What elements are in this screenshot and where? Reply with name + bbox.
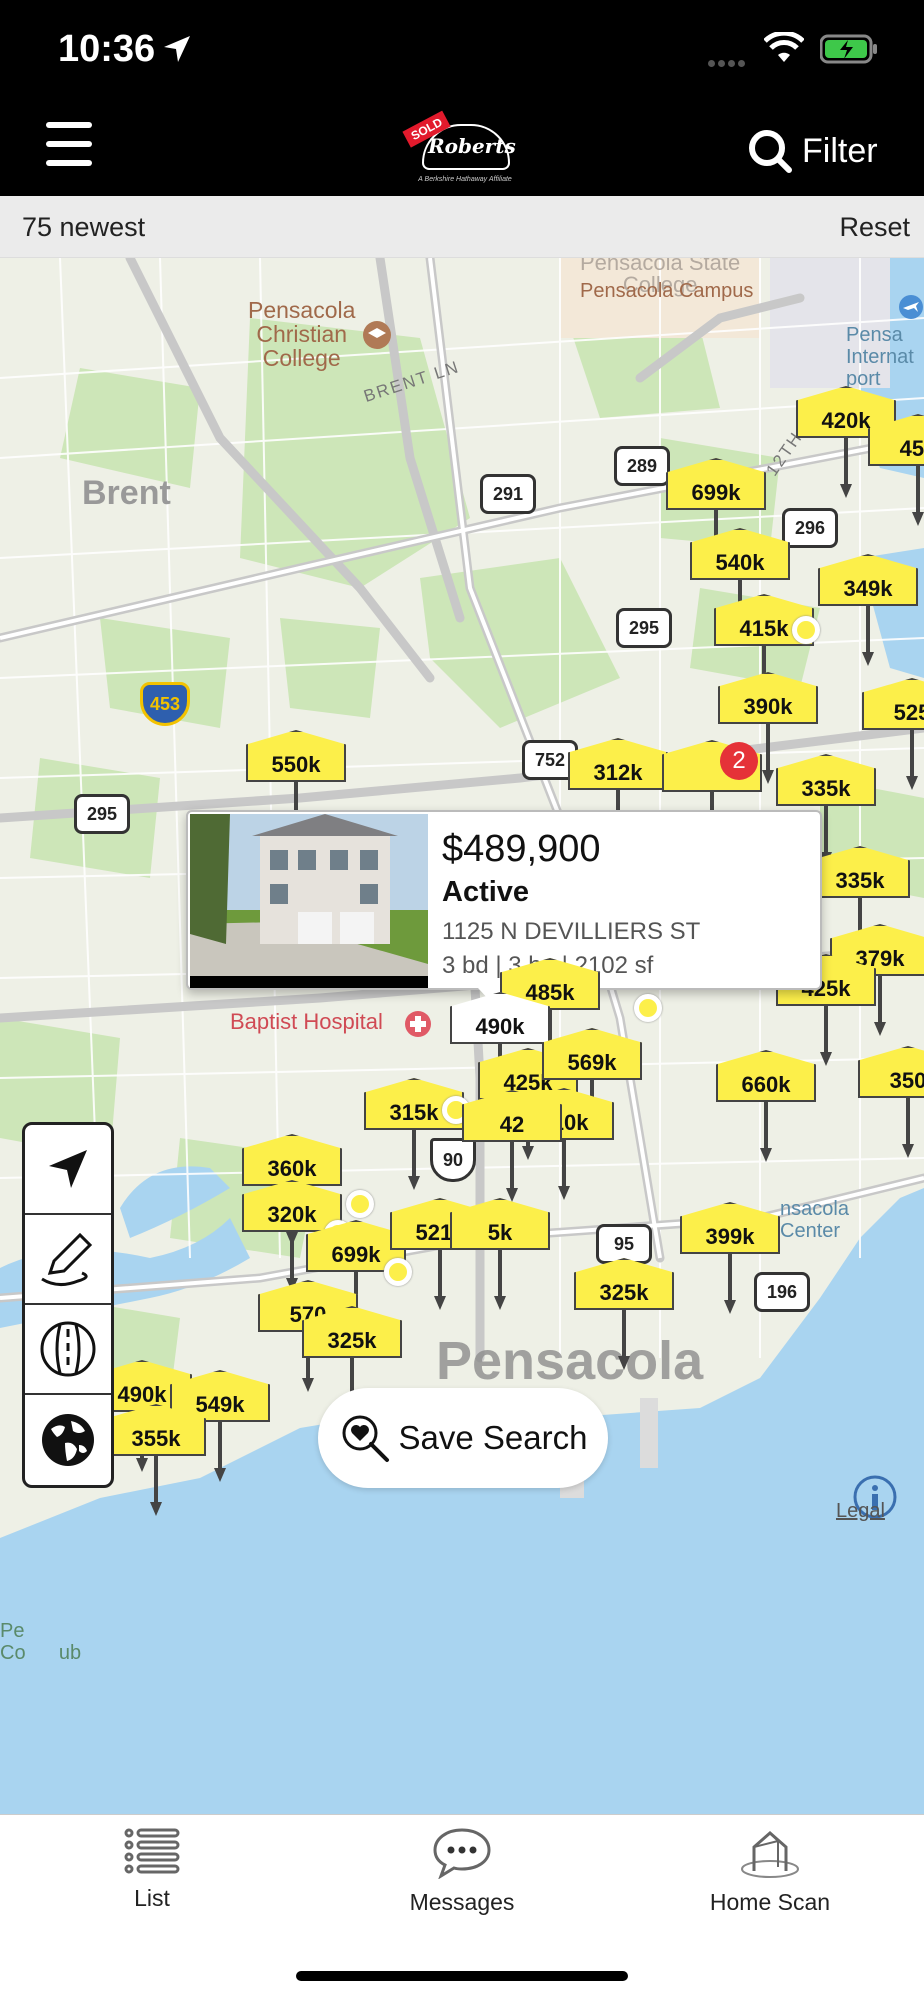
tab-messages-label: Messages xyxy=(409,1889,515,1915)
listing-pin[interactable]: 350 xyxy=(858,1046,924,1166)
road-icon xyxy=(40,1321,96,1377)
draw-area-button[interactable] xyxy=(25,1215,111,1305)
save-search-label: Save Search xyxy=(398,1419,588,1456)
listing-price: $489,900 xyxy=(442,828,601,870)
poi-pensacola-christian-college: Pensacola Christian College xyxy=(248,297,356,371)
current-location-button[interactable] xyxy=(25,1125,111,1215)
save-search-button[interactable]: Save Search xyxy=(318,1388,608,1488)
listing-address: 1125 N DEVILLIERS ST xyxy=(442,918,701,945)
location-arrow-icon xyxy=(49,1150,87,1188)
results-count: 75 newest xyxy=(22,212,146,242)
app-header: Roberts SOLD A Berkshire Hathaway Affili… xyxy=(0,100,924,196)
poi-civic-center: nsacola Center xyxy=(780,1198,849,1242)
chat-bubble-icon xyxy=(433,1828,491,1879)
status-time: 10:36 xyxy=(58,28,156,70)
location-arrow-icon xyxy=(164,36,190,62)
airport-icon xyxy=(899,295,923,319)
search-icon xyxy=(749,130,792,173)
listing-status: Active xyxy=(442,876,530,908)
heart-search-icon xyxy=(342,1415,389,1462)
listing-pin[interactable]: 349k xyxy=(818,554,918,674)
road-map-button[interactable] xyxy=(25,1305,111,1395)
poi-country-club: Pe Co ub xyxy=(0,1620,82,1664)
listing-pin[interactable]: 450 xyxy=(868,414,924,534)
filter-label: Filter xyxy=(802,131,878,170)
poi-baptist-hospital: Baptist Hospital xyxy=(230,1009,383,1034)
satellite-view-button[interactable] xyxy=(25,1395,111,1485)
route-shield-296: 296 xyxy=(782,508,838,548)
hospital-icon xyxy=(405,1011,431,1037)
home-scan-icon xyxy=(741,1831,799,1878)
listing-pin[interactable]: 315k xyxy=(364,1078,464,1198)
filter-button[interactable]: Filter xyxy=(748,128,878,174)
list-icon xyxy=(124,1828,180,1874)
map-tools xyxy=(22,1122,114,1488)
logo-text: Roberts xyxy=(428,134,516,158)
listing-pin[interactable]: 42 xyxy=(462,1090,562,1210)
listing-pin[interactable]: 5k xyxy=(450,1198,550,1318)
listing-pin[interactable]: 355k xyxy=(106,1404,206,1524)
home-indicator xyxy=(296,1971,628,1981)
route-shield-289: 289 xyxy=(614,446,670,486)
tab-list[interactable]: List xyxy=(52,1827,252,1912)
pencil-draw-icon xyxy=(41,1232,93,1286)
cellular-signal-icon xyxy=(708,54,748,72)
wifi-icon xyxy=(764,32,804,62)
globe-icon xyxy=(42,1414,94,1466)
listing-pin[interactable]: 399k xyxy=(680,1202,780,1322)
reset-button[interactable]: Reset xyxy=(839,212,910,243)
tab-home-scan-label: Home Scan xyxy=(709,1889,831,1915)
menu-icon[interactable] xyxy=(46,122,92,168)
cluster-count-badge: 2 xyxy=(720,742,758,780)
route-shield-295: 295 xyxy=(616,608,672,648)
logo-subtitle: A Berkshire Hathaway Affiliate xyxy=(418,176,512,183)
listing-pin[interactable]: 325k xyxy=(574,1258,674,1378)
tab-messages[interactable]: Messages xyxy=(362,1827,562,1916)
listing-pin[interactable]: 660k xyxy=(716,1050,816,1170)
listing-photo[interactable] xyxy=(190,814,428,988)
legal-link[interactable]: Legal xyxy=(836,1500,885,1523)
battery-icon xyxy=(820,34,877,64)
roberts-logo: Roberts SOLD A Berkshire Hathaway Affili… xyxy=(402,110,520,190)
map-view[interactable]: Brent Pensacola Pensacola Christian Coll… xyxy=(0,258,924,1814)
poi-airport: Pensa Internat port xyxy=(846,324,914,390)
college-icon xyxy=(363,321,391,349)
place-label-brent: Brent xyxy=(82,474,171,512)
route-shield-291: 291 xyxy=(480,474,536,514)
listing-dot[interactable] xyxy=(346,1190,374,1218)
listing-dot[interactable] xyxy=(634,994,662,1022)
results-bar: 75 newest Reset xyxy=(0,196,924,258)
poi-pensacola-campus: Pensacola Campus xyxy=(580,280,754,302)
status-bar: 10:36 xyxy=(0,0,924,100)
tab-list-label: List xyxy=(134,1885,170,1911)
listing-dot[interactable] xyxy=(792,616,820,644)
bottom-nav: List Messages Home Scan xyxy=(0,1814,924,2000)
tab-home-scan[interactable]: Home Scan xyxy=(670,1827,870,1916)
route-shield-295b: 295 xyxy=(74,794,130,834)
